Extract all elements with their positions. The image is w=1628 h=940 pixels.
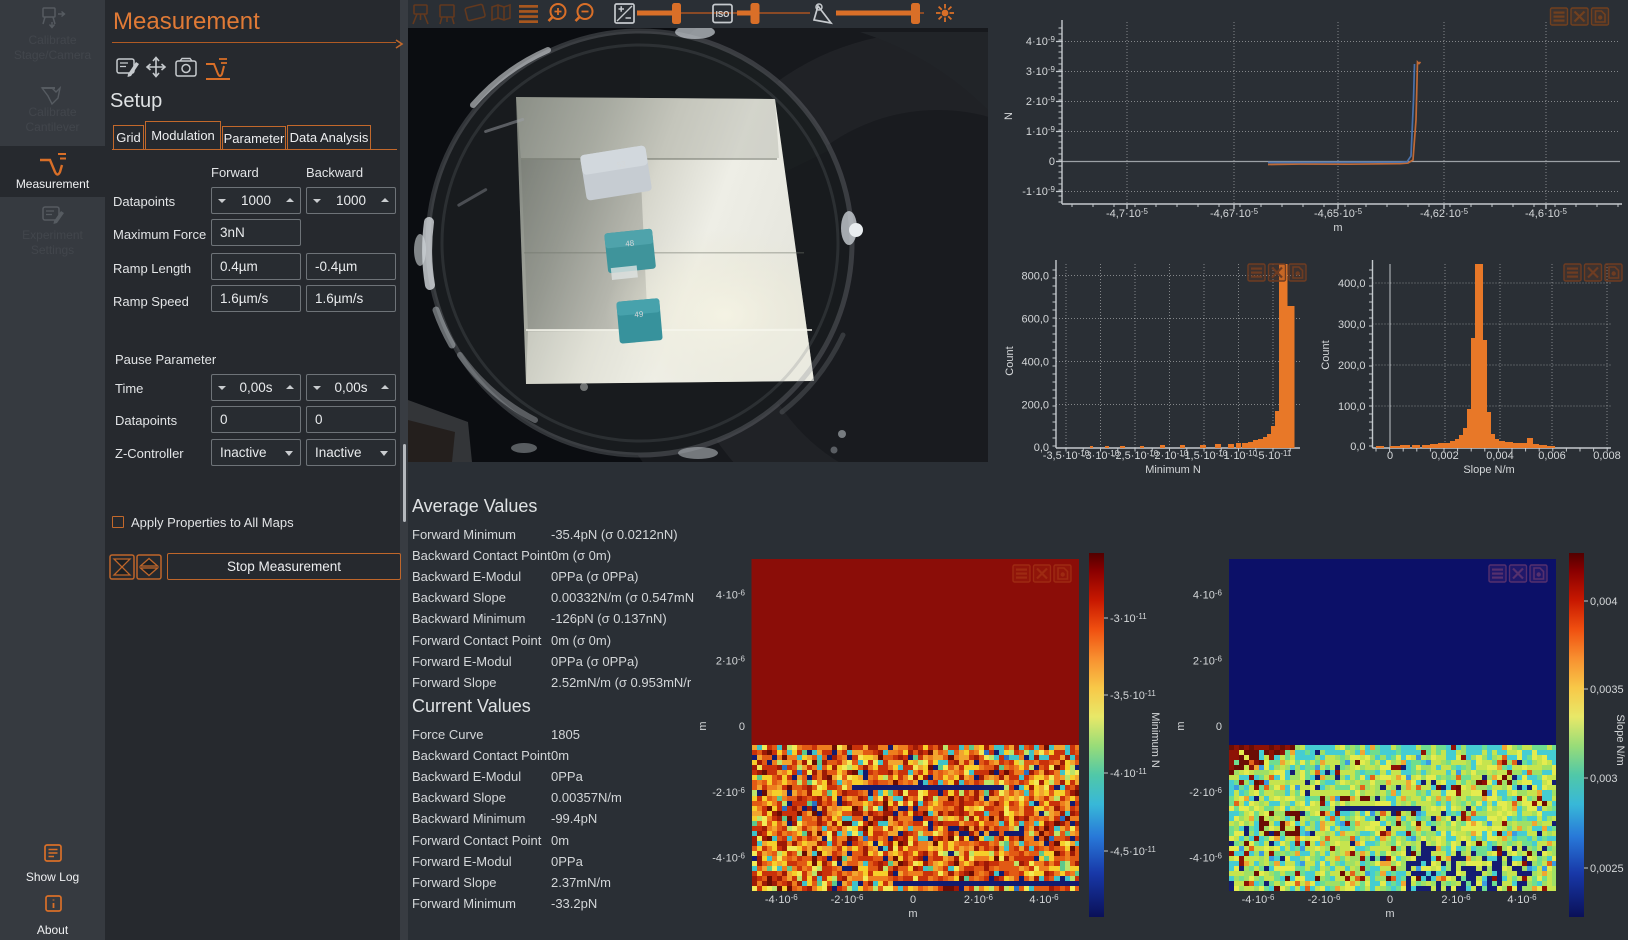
- svg-text:0: 0: [910, 894, 916, 906]
- svg-text:-4·10-6: -4·10-6: [1242, 893, 1275, 906]
- svg-text:Minimum N: Minimum N: [1149, 712, 1161, 768]
- svg-text:Slope N/m: Slope N/m: [1463, 464, 1514, 476]
- svg-text:1·10-9: 1·10-9: [1026, 125, 1056, 138]
- svg-text:m: m: [1175, 721, 1187, 730]
- svg-text:m: m: [1333, 222, 1342, 234]
- svg-text:m: m: [697, 721, 709, 730]
- svg-text:-4,65·10-5: -4,65·10-5: [1314, 207, 1363, 220]
- svg-text:Count: Count: [1320, 340, 1332, 369]
- svg-text:0,003: 0,003: [1590, 773, 1618, 785]
- svg-text:400,0: 400,0: [1338, 278, 1366, 290]
- svg-text:Count: Count: [1004, 346, 1016, 375]
- svg-text:200,0: 200,0: [1338, 360, 1366, 372]
- svg-text:800,0: 800,0: [1021, 271, 1049, 283]
- svg-text:Slope N/m: Slope N/m: [1614, 714, 1626, 765]
- svg-text:2·10-6: 2·10-6: [1441, 893, 1471, 906]
- svg-text:m: m: [908, 908, 917, 920]
- svg-text:100,0: 100,0: [1338, 401, 1366, 413]
- svg-text:4·10-6: 4·10-6: [1507, 893, 1537, 906]
- svg-text:-4·10-6: -4·10-6: [1189, 852, 1222, 865]
- svg-text:4·10-6: 4·10-6: [1193, 589, 1223, 602]
- svg-text:N: N: [1003, 112, 1015, 120]
- svg-text:-2·10-6: -2·10-6: [1189, 786, 1222, 799]
- svg-text:-4·10-6: -4·10-6: [712, 852, 745, 865]
- svg-text:Minimum N: Minimum N: [1145, 464, 1201, 476]
- svg-text:48: 48: [625, 238, 635, 248]
- svg-text:0,006: 0,006: [1538, 450, 1566, 462]
- svg-text:-3·10-11: -3·10-11: [1110, 612, 1147, 625]
- svg-text:0,002: 0,002: [1431, 450, 1459, 462]
- svg-text:2·10-6: 2·10-6: [716, 654, 746, 667]
- svg-text:-4,67·10-5: -4,67·10-5: [1210, 207, 1259, 220]
- svg-text:-2·10-6: -2·10-6: [712, 786, 745, 799]
- svg-text:300,0: 300,0: [1338, 319, 1366, 331]
- svg-text:4·10-9: 4·10-9: [1026, 35, 1056, 48]
- svg-text:3·10-9: 3·10-9: [1026, 65, 1056, 78]
- svg-text:ISO: ISO: [716, 10, 730, 19]
- svg-text:0: 0: [1387, 450, 1393, 462]
- svg-text:-4·10-11: -4·10-11: [1110, 767, 1147, 780]
- svg-text:0,008: 0,008: [1593, 450, 1621, 462]
- svg-text:0,0: 0,0: [1350, 441, 1365, 453]
- svg-text:0: 0: [1049, 156, 1055, 168]
- svg-text:49: 49: [634, 310, 644, 320]
- svg-text:600,0: 600,0: [1021, 314, 1049, 326]
- svg-text:2·10-6: 2·10-6: [1193, 654, 1223, 667]
- svg-text:-2·10-6: -2·10-6: [1308, 893, 1341, 906]
- svg-text:4·10-6: 4·10-6: [1029, 893, 1059, 906]
- svg-text:-4·10-6: -4·10-6: [765, 893, 798, 906]
- svg-text:4·10-6: 4·10-6: [716, 589, 746, 602]
- svg-text:0,0035: 0,0035: [1590, 684, 1624, 696]
- svg-text:-4,5·10-11: -4,5·10-11: [1110, 845, 1156, 858]
- svg-text:400,0: 400,0: [1021, 357, 1049, 369]
- svg-text:2·10-9: 2·10-9: [1026, 95, 1056, 108]
- svg-text:-5·10-11: -5·10-11: [1255, 449, 1292, 462]
- svg-text:-4,6·10-5: -4,6·10-5: [1525, 207, 1568, 220]
- svg-text:m: m: [1385, 908, 1394, 920]
- svg-text:0: 0: [739, 721, 745, 733]
- svg-text:0: 0: [1216, 721, 1222, 733]
- svg-text:-1·10-10: -1·10-10: [1220, 449, 1258, 462]
- svg-text:-4,7·10-5: -4,7·10-5: [1106, 207, 1149, 220]
- svg-text:0,0025: 0,0025: [1590, 863, 1624, 875]
- svg-text:-3,5·10-11: -3,5·10-11: [1110, 689, 1156, 702]
- svg-text:0,004: 0,004: [1590, 596, 1618, 608]
- svg-text:2·10-6: 2·10-6: [964, 893, 994, 906]
- svg-text:-4,62·10-5: -4,62·10-5: [1420, 207, 1469, 220]
- svg-text:-2·10-6: -2·10-6: [831, 893, 864, 906]
- svg-text:200,0: 200,0: [1021, 400, 1049, 412]
- svg-text:0: 0: [1387, 894, 1393, 906]
- svg-text:0,004: 0,004: [1486, 450, 1514, 462]
- svg-text:-1·10-9: -1·10-9: [1022, 185, 1055, 198]
